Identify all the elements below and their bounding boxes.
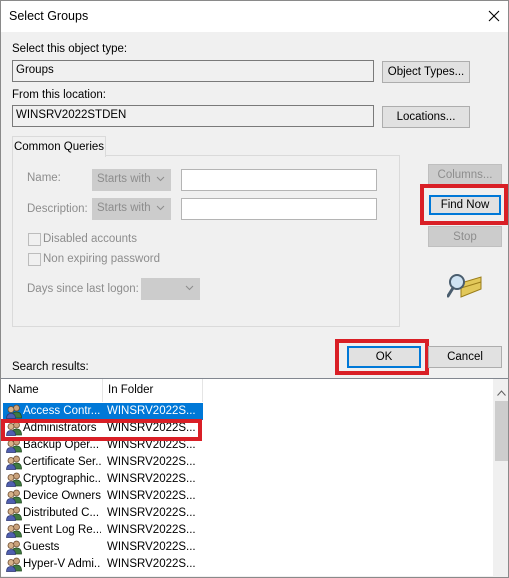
find-now-button[interactable]: Find Now [429,195,501,215]
list-item[interactable]: Backup Oper... WINSRV2022S... [3,437,203,454]
list-item[interactable]: Access Contr... WINSRV2022S... [3,403,203,420]
days-since-logon-select [141,278,200,300]
description-label: Description: [27,203,88,215]
name-mode-select: Starts with [92,169,171,191]
close-icon[interactable] [483,5,505,27]
location-label: From this location: [12,89,106,101]
column-header-name[interactable]: Name [4,379,103,402]
description-mode-select: Starts with [92,198,171,220]
name-mode-value: Starts with [97,173,151,185]
list-item[interactable]: Guests WINSRV2022S... [3,539,203,556]
scroll-up-icon[interactable] [497,385,506,399]
row-folder: WINSRV2022S... [107,473,196,485]
scrollbar-thumb[interactable] [495,401,508,461]
row-folder: WINSRV2022S... [107,524,196,536]
list-item[interactable]: Distributed C... WINSRV2022S... [3,505,203,522]
group-icon [6,489,22,504]
chevron-down-icon [185,283,194,295]
list-item[interactable]: Administrators WINSRV2022S... [3,420,203,437]
vertical-scrollbar[interactable] [493,379,508,577]
dialog-title: Select Groups [9,9,89,23]
location-field: WINSRV2022STDEN [12,105,374,127]
ok-button[interactable]: OK [347,346,421,368]
description-input [181,198,377,220]
stop-button: Stop [428,226,502,247]
name-input [181,169,377,191]
disabled-accounts-checkbox [28,233,41,246]
title-bar: Select Groups [1,1,508,32]
group-icon [6,421,22,436]
row-folder: WINSRV2022S... [107,490,196,502]
group-icon [6,540,22,555]
group-icon [6,455,22,470]
columns-button: Columns... [428,164,502,185]
group-icon [6,506,22,521]
row-folder: WINSRV2022S... [107,507,196,519]
list-item[interactable]: Event Log Re... WINSRV2022S... [3,522,203,539]
row-folder: WINSRV2022S... [107,405,196,417]
row-folder: WINSRV2022S... [107,558,196,570]
search-results-label: Search results: [12,361,89,373]
select-groups-dialog: Select Groups Select this object type: G… [0,0,509,578]
row-name: Access Contr... [23,405,101,417]
column-header-in-folder[interactable]: In Folder [104,379,203,402]
search-results-list[interactable]: Name In Folder Access Contr... WINSRV2022… [1,378,508,577]
common-queries-panel: Name: Starts with Description: Starts wi… [12,155,400,327]
row-folder: WINSRV2022S... [107,541,196,553]
disabled-accounts-label: Disabled accounts [43,233,137,245]
object-type-field: Groups [12,60,374,82]
days-since-logon-label: Days since last logon: [27,283,139,295]
chevron-down-icon [156,174,165,186]
row-name: Cryptographic... [23,473,101,485]
row-name: Guests [23,541,60,553]
non-expiring-password-label: Non expiring password [43,253,160,265]
row-name: Distributed C... [23,507,100,519]
row-name: Certificate Ser... [23,456,101,468]
list-item[interactable]: Certificate Ser... WINSRV2022S... [3,454,203,471]
group-icon [6,438,22,453]
list-item[interactable]: Cryptographic... WINSRV2022S... [3,471,203,488]
row-name: Administrators [23,422,97,434]
group-icon [6,523,22,538]
non-expiring-password-checkbox [28,253,41,266]
search-icon [446,271,483,301]
row-folder: WINSRV2022S... [107,439,196,451]
row-name: Event Log Re... [23,524,101,536]
chevron-down-icon [156,203,165,215]
group-icon [6,404,22,419]
object-types-button[interactable]: Object Types... [382,61,470,83]
name-label: Name: [27,172,61,184]
locations-button[interactable]: Locations... [382,106,470,128]
tab-common-queries[interactable]: Common Queries [12,136,106,157]
group-icon [6,557,22,572]
description-mode-value: Starts with [97,202,151,214]
row-name: Device Owners [23,490,101,502]
list-item[interactable]: Hyper-V Admi... WINSRV2022S... [3,556,203,573]
row-name: Backup Oper... [23,439,100,451]
row-name: Hyper-V Admi... [23,558,101,570]
row-folder: WINSRV2022S... [107,456,196,468]
object-type-label: Select this object type: [12,43,128,55]
cancel-button[interactable]: Cancel [428,346,502,368]
list-item[interactable]: Device Owners WINSRV2022S... [3,488,203,505]
group-icon [6,472,22,487]
row-folder: WINSRV2022S... [107,422,196,434]
